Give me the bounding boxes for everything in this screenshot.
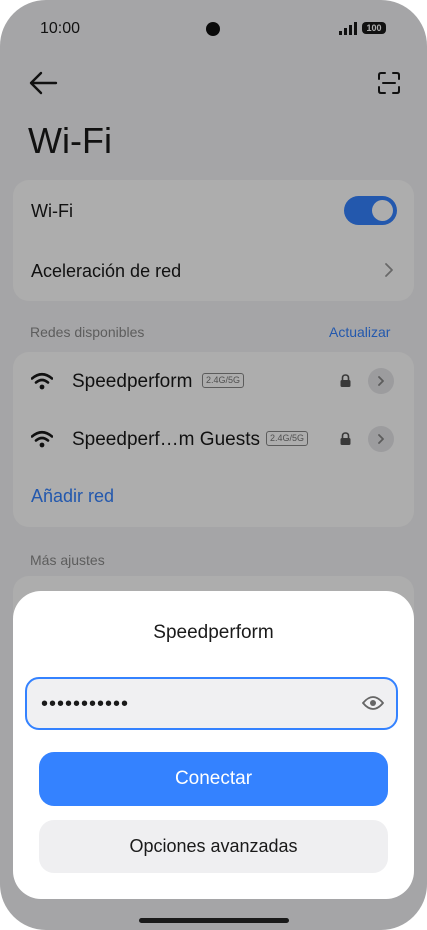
advanced-options-button[interactable]: Opciones avanzadas [39, 820, 388, 873]
dialog-title: Speedperform [153, 622, 274, 643]
eye-icon[interactable] [362, 695, 384, 711]
phone-screen: 10:00 100 Wi-Fi Wi-Fi Aceleración de red… [0, 0, 427, 930]
home-indicator[interactable] [139, 918, 289, 923]
password-dialog: Speedperform ••••••••••• Conectar Opcion… [13, 591, 414, 899]
connect-button[interactable]: Conectar [39, 752, 388, 806]
password-input[interactable]: ••••••••••• [25, 677, 398, 730]
password-value: ••••••••••• [41, 693, 130, 715]
